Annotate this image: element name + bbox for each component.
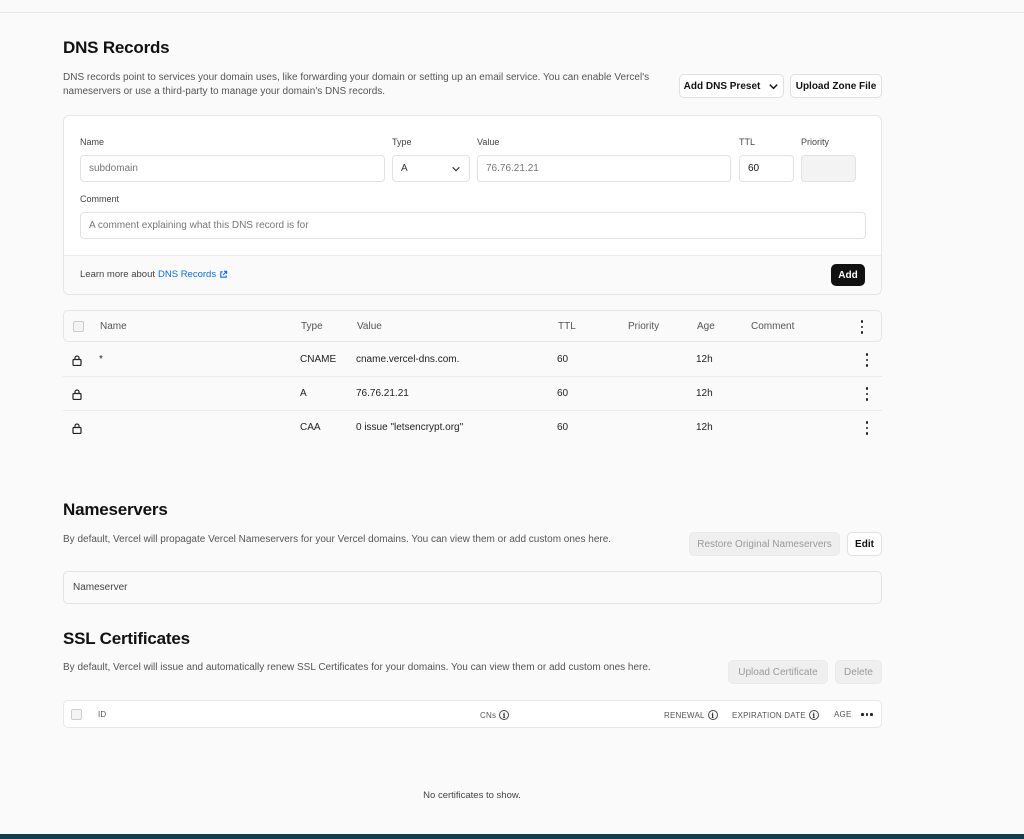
dns-table-header: Name Type Value TTL Priority Age Comment xyxy=(63,310,882,342)
dns-description-line-1: DNS records point to services your domai… xyxy=(63,72,650,83)
dns-records-table: Name Type Value TTL Priority Age Comment… xyxy=(63,310,882,444)
name-input[interactable]: subdomain xyxy=(80,155,385,182)
edit-nameservers-label: Edit xyxy=(855,538,874,550)
column-id-label: ID xyxy=(98,710,107,719)
value-input[interactable]: 76.76.21.21 xyxy=(477,155,731,182)
ssl-certificates-title: SSL Certificates xyxy=(63,629,190,648)
comment-label: Comment xyxy=(80,194,120,204)
add-dns-record-form: Name Type Value TTL Priority subdomain A… xyxy=(63,115,882,295)
column-comment: Comment xyxy=(751,321,795,332)
restore-nameservers-label: Restore Original Nameservers xyxy=(697,538,832,550)
upload-certificate-button[interactable]: Upload Certificate xyxy=(728,660,828,684)
column-expiration-date: EXPIRATION DATE i xyxy=(732,710,819,720)
column-cns-label: CNs xyxy=(480,710,497,720)
nameservers-title: Nameservers xyxy=(63,500,168,519)
dns-record-row: A 76.76.21.21 60 12h xyxy=(63,377,882,411)
learn-more-text: Learn more about DNS Records xyxy=(80,269,228,280)
record-age: 12h xyxy=(696,422,713,433)
column-age: AGE xyxy=(834,710,852,719)
add-record-label: Add xyxy=(838,269,858,281)
record-value: 76.76.21.21 xyxy=(356,388,409,399)
comment-input[interactable]: A comment explaining what this DNS recor… xyxy=(80,212,866,239)
column-name: Name xyxy=(100,321,127,332)
column-id: ID xyxy=(98,710,106,719)
more-horizontal-icon[interactable] xyxy=(861,713,873,716)
dns-records-docs-link[interactable]: DNS Records xyxy=(158,269,228,280)
more-vertical-icon[interactable] xyxy=(861,421,873,435)
add-dns-preset-label: Add DNS Preset xyxy=(683,80,761,92)
add-record-button[interactable]: Add xyxy=(831,264,865,286)
lock-icon xyxy=(72,423,82,434)
dns-records-title: DNS Records xyxy=(63,38,170,57)
learn-more-prefix: Learn more about xyxy=(80,269,155,280)
dns-record-row: CAA 0 issue "letsencrypt.org" 60 12h xyxy=(63,411,882,445)
column-expiration-label: EXPIRATION DATE xyxy=(732,710,806,720)
column-value: Value xyxy=(357,321,382,332)
record-type: A xyxy=(300,388,307,399)
delete-certificate-button[interactable]: Delete xyxy=(835,660,882,684)
column-renewal: RENEWAL i xyxy=(664,710,718,720)
record-type: CNAME xyxy=(300,354,337,365)
restore-nameservers-button[interactable]: Restore Original Nameservers xyxy=(689,532,840,556)
name-label: Name xyxy=(80,137,105,147)
lock-icon xyxy=(72,355,82,366)
info-icon[interactable]: i xyxy=(499,710,510,720)
record-value: cname.vercel-dns.com. xyxy=(356,354,460,365)
value-label: Value xyxy=(477,137,500,147)
record-age: 12h xyxy=(696,388,713,399)
record-ttl: 60 xyxy=(557,354,569,365)
nameservers-list: Nameserver xyxy=(63,571,882,604)
record-ttl: 60 xyxy=(557,388,569,399)
priority-label: Priority xyxy=(801,137,830,147)
edit-nameservers-button[interactable]: Edit xyxy=(847,532,882,556)
type-label: Type xyxy=(392,137,412,147)
column-renewal-label: RENEWAL xyxy=(664,710,705,720)
record-type: CAA xyxy=(300,422,321,433)
info-icon[interactable]: i xyxy=(707,710,718,720)
column-age: Age xyxy=(697,321,715,332)
column-ttl: TTL xyxy=(558,321,576,332)
record-age: 12h xyxy=(696,354,713,365)
more-vertical-icon[interactable] xyxy=(861,387,873,401)
more-vertical-icon[interactable] xyxy=(861,353,873,367)
ttl-input[interactable]: 60 xyxy=(739,155,794,182)
delete-certificate-label: Delete xyxy=(844,666,873,678)
add-dns-preset-button[interactable]: Add DNS Preset xyxy=(679,74,784,98)
record-value: 0 issue "letsencrypt.org" xyxy=(356,422,464,433)
select-all-certificates-checkbox[interactable] xyxy=(71,709,82,720)
column-priority: Priority xyxy=(628,321,660,332)
priority-input[interactable] xyxy=(801,155,856,182)
top-divider xyxy=(0,12,1024,13)
ttl-label: TTL xyxy=(739,137,756,147)
column-age-label: AGE xyxy=(834,710,852,719)
no-certificates-message: No certificates to show. xyxy=(423,790,521,801)
ssl-certificates-description: By default, Vercel will issue and automa… xyxy=(63,662,651,673)
type-select[interactable]: A xyxy=(392,155,470,182)
external-link-icon xyxy=(220,270,228,278)
column-type: Type xyxy=(301,321,323,332)
upload-certificate-label: Upload Certificate xyxy=(738,666,818,678)
record-name: * xyxy=(99,354,103,365)
upload-zone-file-label: Upload Zone File xyxy=(795,80,877,92)
chevron-down-icon xyxy=(769,83,779,89)
ssl-table-header: ID CNs i RENEWAL i EXPIRATION DATE i AGE xyxy=(63,700,882,728)
upload-zone-file-button[interactable]: Upload Zone File xyxy=(790,74,882,98)
lock-icon xyxy=(72,389,82,400)
dns-record-row: * CNAME cname.vercel-dns.com. 60 12h xyxy=(63,343,882,377)
type-select-value: A xyxy=(401,163,408,174)
nameservers-description: By default, Vercel will propagate Vercel… xyxy=(63,534,612,545)
dns-records-link-label: DNS Records xyxy=(158,269,217,280)
dns-description-line-2: nameservers or use a third-party to mana… xyxy=(63,86,386,97)
nameserver-header: Nameserver xyxy=(73,582,128,593)
record-ttl: 60 xyxy=(557,422,569,433)
dns-records-description: DNS records point to services your domai… xyxy=(63,71,673,99)
form-footer: Learn more about DNS Records Add xyxy=(64,255,881,294)
select-all-checkbox[interactable] xyxy=(73,321,84,332)
info-icon[interactable]: i xyxy=(808,710,819,720)
chevron-down-icon xyxy=(452,166,460,171)
more-vertical-icon[interactable] xyxy=(856,320,868,334)
bottom-bar xyxy=(0,834,1024,839)
column-cns: CNs i xyxy=(480,710,510,720)
